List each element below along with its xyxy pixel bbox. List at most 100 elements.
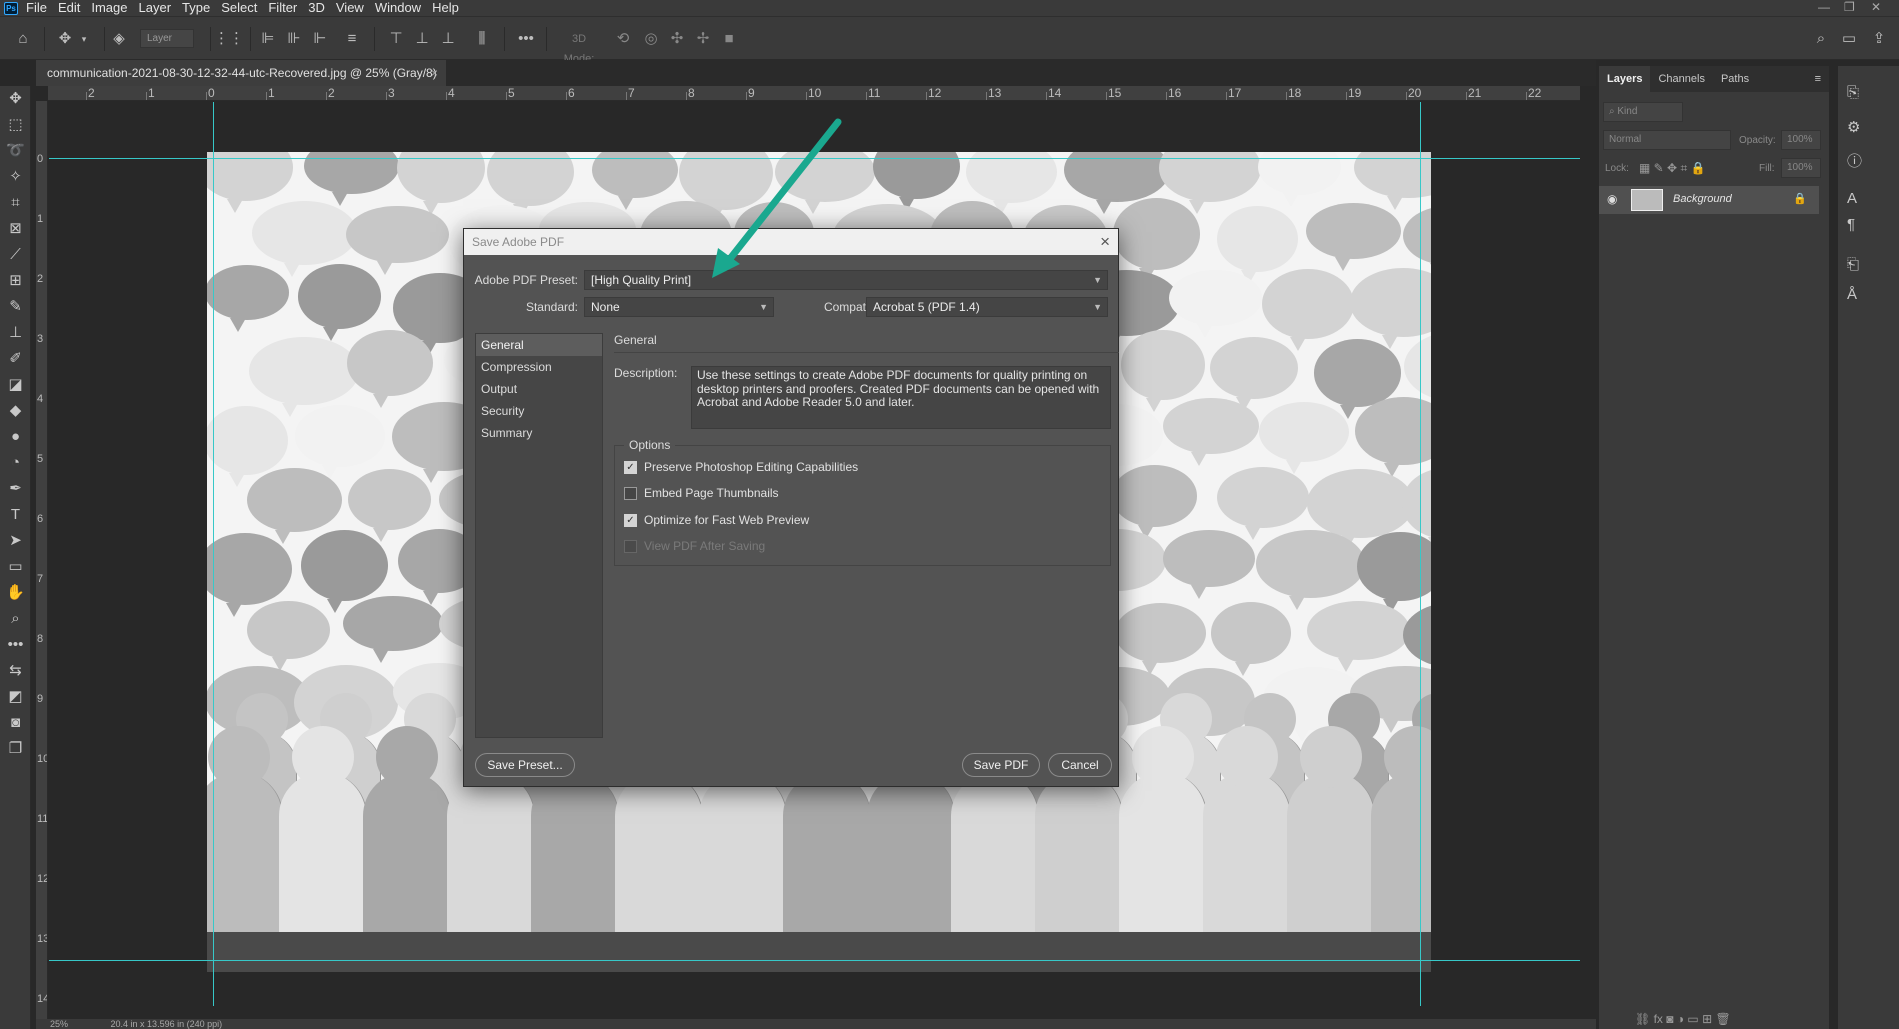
document-tab[interactable]: communication-2021-08-30-12-32-44-utc-Re…	[36, 60, 446, 86]
close-tab-icon[interactable]: ×	[431, 60, 438, 86]
standard-select[interactable]: None ▼	[584, 297, 774, 317]
lock-icon[interactable]: 🔒	[1793, 192, 1807, 205]
menu-image[interactable]: Image	[91, 0, 127, 16]
lasso-tool-icon[interactable]: ➰	[0, 138, 31, 164]
menu-3d[interactable]: 3D	[308, 0, 325, 16]
chevron-down-icon[interactable]: ▾	[78, 29, 90, 49]
history-icon[interactable]: ⎘	[1847, 84, 1859, 101]
menu-layer[interactable]: Layer	[139, 0, 172, 16]
quick-mask-icon[interactable]: ◙	[0, 710, 31, 736]
embed-thumbnails-checkbox[interactable]: Embed Page Thumbnails	[624, 486, 779, 500]
clone-source-icon[interactable]: ⎗	[1847, 256, 1859, 273]
type-tool-icon[interactable]: T	[0, 502, 31, 528]
save-pdf-button[interactable]: Save PDF	[962, 753, 1040, 777]
rectangle-tool-icon[interactable]: ▭	[0, 554, 31, 580]
align-center-icon[interactable]: ⊪	[284, 29, 304, 49]
align-top-icon[interactable]: ⊤	[386, 29, 406, 49]
restore-icon[interactable]: ❐	[1844, 0, 1855, 14]
save-preset-button[interactable]: Save Preset...	[475, 753, 575, 777]
glyphs-icon[interactable]: Å	[1847, 286, 1857, 303]
nav-general[interactable]: General	[476, 334, 602, 356]
history-brush-tool-icon[interactable]: ✐	[0, 346, 31, 372]
3d-rotate-icon[interactable]: ⟲	[612, 29, 634, 49]
zoom-level[interactable]: 25%	[50, 1019, 68, 1029]
healing-brush-tool-icon[interactable]: ⊞	[0, 268, 31, 294]
crop-tool-icon[interactable]: ⌗	[0, 190, 31, 216]
stamp-tool-icon[interactable]: ⊥	[0, 320, 31, 346]
layer-actions-icons[interactable]: ⛓ fx ◙ ◑ ▭ ⊞ 🗑	[1635, 1012, 1731, 1026]
character-icon[interactable]: A	[1847, 190, 1857, 207]
panel-menu-icon[interactable]: ≡	[1807, 66, 1829, 92]
3d-camera-icon[interactable]: ■	[718, 29, 740, 49]
eyedropper-tool-icon[interactable]: ⟋	[0, 242, 31, 268]
dodge-tool-icon[interactable]: ◔	[0, 450, 31, 476]
foreground-background-color-icon[interactable]: ◩	[0, 684, 31, 710]
edit-toolbar-icon[interactable]: •••	[0, 632, 31, 658]
layer-filter-kind[interactable]: ⌕ Kind	[1603, 102, 1683, 122]
compatibility-select[interactable]: Acrobat 5 (PDF 1.4) ▼	[866, 297, 1108, 317]
more-options-icon[interactable]: •••	[515, 29, 537, 49]
align-right-icon[interactable]: ⊩	[310, 29, 330, 49]
zoom-tool-icon[interactable]: ⌕	[0, 606, 31, 632]
menu-help[interactable]: Help	[432, 0, 459, 16]
fast-web-preview-checkbox[interactable]: ✓ Optimize for Fast Web Preview	[624, 513, 809, 527]
workspace-icon[interactable]: ▭	[1838, 29, 1860, 49]
menu-view[interactable]: View	[336, 0, 364, 16]
layer-select-dropdown[interactable]: Layer	[140, 29, 194, 48]
move-tool-icon[interactable]: ✥	[0, 86, 31, 112]
close-icon[interactable]: ×	[1100, 229, 1110, 255]
menu-edit[interactable]: Edit	[58, 0, 80, 16]
paint-bucket-tool-icon[interactable]: ◆	[0, 398, 31, 424]
tab-channels[interactable]: Channels	[1650, 66, 1712, 92]
pen-tool-icon[interactable]: ✒	[0, 476, 31, 502]
preserve-editing-checkbox[interactable]: ✓ Preserve Photoshop Editing Capabilitie…	[624, 460, 858, 474]
adjustments-icon[interactable]: ⚙	[1847, 118, 1860, 136]
brush-tool-icon[interactable]: ✎	[0, 294, 31, 320]
close-window-icon[interactable]: ✕	[1871, 0, 1881, 14]
3d-drag-icon[interactable]: ✣	[666, 29, 688, 49]
nav-security[interactable]: Security	[476, 400, 602, 422]
distribute-icon[interactable]: ≡	[342, 29, 362, 49]
menu-file[interactable]: File	[26, 0, 47, 16]
3d-roll-icon[interactable]: ◎	[640, 29, 662, 49]
align-bottom-icon[interactable]: ⊥	[438, 29, 458, 49]
3d-slide-icon[interactable]: ✢	[692, 29, 714, 49]
fill-input[interactable]: 100%	[1781, 158, 1821, 178]
menu-type[interactable]: Type	[182, 0, 210, 16]
minimize-icon[interactable]: —	[1818, 0, 1830, 14]
transform-controls-icon[interactable]: ⋮⋮	[214, 29, 244, 49]
frame-tool-icon[interactable]: ⊠	[0, 216, 31, 242]
home-icon[interactable]: ⌂	[12, 29, 34, 49]
align-left-icon[interactable]: ⊫	[258, 29, 278, 49]
path-selection-tool-icon[interactable]: ➤	[0, 528, 31, 554]
search-icon[interactable]: ⌕	[1810, 29, 1832, 49]
menu-select[interactable]: Select	[221, 0, 257, 16]
tab-layers[interactable]: Layers	[1599, 66, 1651, 92]
preset-select[interactable]: [High Quality Print] ▼	[584, 270, 1108, 290]
cancel-button[interactable]: Cancel	[1048, 753, 1112, 777]
align-middle-icon[interactable]: ⊥	[412, 29, 432, 49]
share-icon[interactable]: ⇪	[1868, 29, 1890, 49]
visibility-eye-icon[interactable]: ◉	[1607, 192, 1617, 206]
nav-compression[interactable]: Compression	[476, 356, 602, 378]
screen-mode-icon[interactable]: ❐	[0, 736, 31, 762]
layer-row-background[interactable]: ◉ Background 🔒	[1599, 186, 1819, 214]
auto-select-icon[interactable]: ◈	[108, 29, 130, 49]
opacity-input[interactable]: 100%	[1781, 130, 1821, 150]
marquee-tool-icon[interactable]: ⬚	[0, 112, 31, 138]
info-icon[interactable]: ⓘ	[1847, 150, 1862, 171]
eraser-tool-icon[interactable]: ◪	[0, 372, 31, 398]
menu-filter[interactable]: Filter	[268, 0, 297, 16]
nav-summary[interactable]: Summary	[476, 422, 602, 444]
lock-icons[interactable]: ▦ ✎ ✥ ⌗ 🔒	[1639, 161, 1705, 176]
blend-mode-select[interactable]: Normal	[1603, 130, 1731, 150]
swap-colors-icon[interactable]: ⇆	[0, 658, 31, 684]
menu-window[interactable]: Window	[375, 0, 421, 16]
move-tool-icon[interactable]: ✥	[54, 29, 76, 49]
hand-tool-icon[interactable]: ✋	[0, 580, 31, 606]
tab-paths[interactable]: Paths	[1713, 66, 1757, 92]
magic-wand-tool-icon[interactable]: ✧	[0, 164, 31, 190]
nav-output[interactable]: Output	[476, 378, 602, 400]
paragraph-icon[interactable]: ¶	[1847, 216, 1855, 233]
blur-tool-icon[interactable]: ●	[0, 424, 31, 450]
